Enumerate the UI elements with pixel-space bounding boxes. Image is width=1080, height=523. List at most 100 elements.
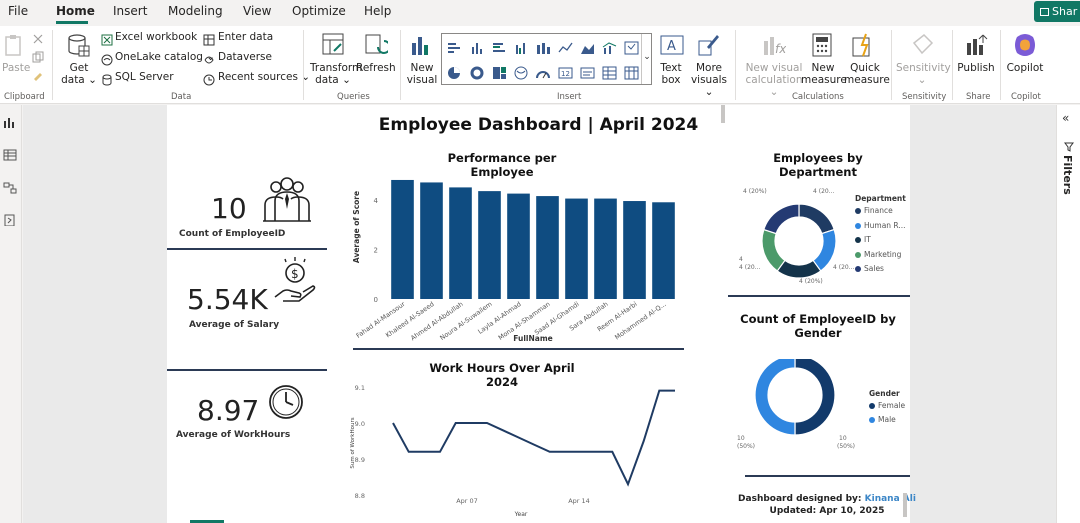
text-box-line2: box <box>661 74 681 86</box>
refresh-button[interactable]: Refresh <box>356 62 396 74</box>
menu-modeling[interactable]: Modeling <box>168 4 223 18</box>
donut-slice[interactable] <box>763 203 800 235</box>
text-box-button[interactable]: Text box <box>655 62 687 86</box>
menu-view[interactable]: View <box>243 4 271 18</box>
bar[interactable] <box>449 187 472 299</box>
format-painter-icon[interactable] <box>32 66 44 85</box>
visual-scrollbar[interactable] <box>903 493 907 517</box>
stacked-bar-icon[interactable] <box>447 40 462 54</box>
legend-dot <box>869 403 875 409</box>
bar[interactable] <box>420 182 443 299</box>
quick-measure-button[interactable]: Quick measure <box>844 62 890 86</box>
area-chart-icon[interactable] <box>580 40 595 54</box>
data-label: 10 <box>839 435 847 442</box>
pie-chart-icon[interactable] <box>447 65 462 79</box>
x-tick-label: Apr 14 <box>568 497 590 505</box>
more-visuals-button[interactable]: More visuals ⌄ <box>688 62 730 98</box>
legend-dot <box>855 266 861 272</box>
legend-item[interactable]: Sales <box>855 264 884 273</box>
stacked-column-icon[interactable] <box>470 40 485 54</box>
data-label: 10 <box>737 435 745 442</box>
bar[interactable] <box>478 191 501 299</box>
new-visual-button[interactable]: New visual <box>404 62 440 86</box>
menu-file[interactable]: File <box>8 4 28 18</box>
dataverse-button[interactable]: Dataverse <box>218 51 272 63</box>
clustered-bar-icon[interactable] <box>492 40 507 54</box>
share-label: Shar <box>1052 5 1078 18</box>
donut-slice[interactable] <box>794 359 836 436</box>
gauge-icon[interactable] <box>536 65 551 79</box>
filters-pane-collapsed[interactable]: « Filters <box>1056 105 1080 523</box>
menu-optimize[interactable]: Optimize <box>292 4 346 18</box>
data-label: 4 (20... <box>739 264 761 271</box>
transform-data-button[interactable]: Transform data ⌄ <box>310 62 362 86</box>
y-tick-label: 4 <box>374 197 379 205</box>
legend-item[interactable]: Finance <box>855 206 893 215</box>
ribbon-chart-icon[interactable] <box>536 40 551 54</box>
get-data-button[interactable]: Get data ⌄ <box>60 62 98 86</box>
legend-item[interactable]: Male <box>869 415 896 424</box>
line-chart-icon[interactable] <box>558 40 573 54</box>
quick-measure-line2: measure <box>844 74 890 86</box>
line-column-icon[interactable] <box>602 40 617 54</box>
legend-dot <box>855 222 861 229</box>
footer-designer-name: Kinana Ali <box>864 494 916 504</box>
bar[interactable] <box>536 196 559 299</box>
map-icon[interactable] <box>514 65 529 80</box>
bar[interactable] <box>565 198 588 299</box>
legend-label: IT <box>864 235 871 244</box>
legend-item[interactable]: Human R... <box>855 221 906 230</box>
bar[interactable] <box>391 179 414 299</box>
cut-icon[interactable] <box>32 30 44 49</box>
new-measure-button[interactable]: New measure <box>801 62 847 86</box>
sensitivity-button[interactable]: Sensitivity ⌄ <box>896 62 951 86</box>
donut-chart-icon[interactable] <box>470 65 485 80</box>
excel-workbook-button[interactable]: Excel workbook <box>115 31 197 43</box>
gallery-expand-icon[interactable]: ⌄ <box>641 34 652 84</box>
legend-item[interactable]: IT <box>855 235 871 244</box>
kpi-icon[interactable] <box>580 65 595 79</box>
bar[interactable] <box>652 202 675 299</box>
donut-slice[interactable] <box>754 359 796 436</box>
publish-button[interactable]: Publish <box>956 62 996 74</box>
bar[interactable] <box>507 193 530 299</box>
gender-donut-chart[interactable]: 10(50%)10(50%) <box>737 359 857 459</box>
legend-item[interactable]: Marketing <box>855 250 901 259</box>
copy-icon[interactable] <box>32 48 44 67</box>
sql-server-button[interactable]: SQL Server <box>115 71 174 83</box>
dax-query-view-icon[interactable] <box>3 211 17 227</box>
expand-pane-icon[interactable]: « <box>1062 111 1069 125</box>
new-visual-line2: visual <box>406 74 438 86</box>
copilot-button[interactable]: Copilot <box>1004 62 1046 74</box>
donut-slice[interactable] <box>761 228 786 272</box>
more-visuals-icon <box>697 33 721 61</box>
treemap-icon[interactable] <box>492 65 507 79</box>
model-view-icon[interactable] <box>3 179 17 194</box>
department-donut-chart[interactable]: 4 (20%) 4 (20...44 (20... 4 (20...4 (20%) <box>737 183 857 293</box>
clustered-column-icon[interactable] <box>514 40 529 54</box>
enter-data-button[interactable]: Enter data <box>218 31 273 43</box>
data-label: 4 (20... <box>813 188 835 195</box>
recent-sources-button[interactable]: Recent sources ⌄ <box>218 71 310 83</box>
donut-slice[interactable] <box>776 259 822 279</box>
menu-home[interactable]: Home <box>56 4 95 18</box>
donut-slice[interactable] <box>798 203 835 235</box>
table-icon[interactable] <box>602 65 617 80</box>
paste-button[interactable]: Paste <box>2 62 30 74</box>
legend-item[interactable]: Female <box>869 401 905 410</box>
chart-divider <box>745 475 910 477</box>
canvas-scroll-indicator[interactable] <box>721 105 725 123</box>
performance-bar-chart[interactable]: 024Average of ScoreFahad Al-MansourKhale… <box>350 167 690 345</box>
report-view-icon[interactable] <box>3 113 17 128</box>
waterfall-icon[interactable] <box>624 40 639 55</box>
workhours-line-chart[interactable]: 8.8 8.9 9.0 9.1 Sum of WorkHours Apr 07 Apr 14… <box>347 377 687 517</box>
bar[interactable] <box>623 201 646 299</box>
bar[interactable] <box>594 198 617 299</box>
table-view-icon[interactable] <box>3 146 17 161</box>
menu-insert[interactable]: Insert <box>113 4 147 18</box>
onelake-catalog-button[interactable]: OneLake catalog ⌄ <box>115 51 215 63</box>
matrix-icon[interactable] <box>624 65 639 80</box>
menu-help[interactable]: Help <box>364 4 391 18</box>
share-button[interactable]: Shar <box>1034 1 1080 22</box>
card-icon[interactable]: 12 <box>558 65 573 79</box>
